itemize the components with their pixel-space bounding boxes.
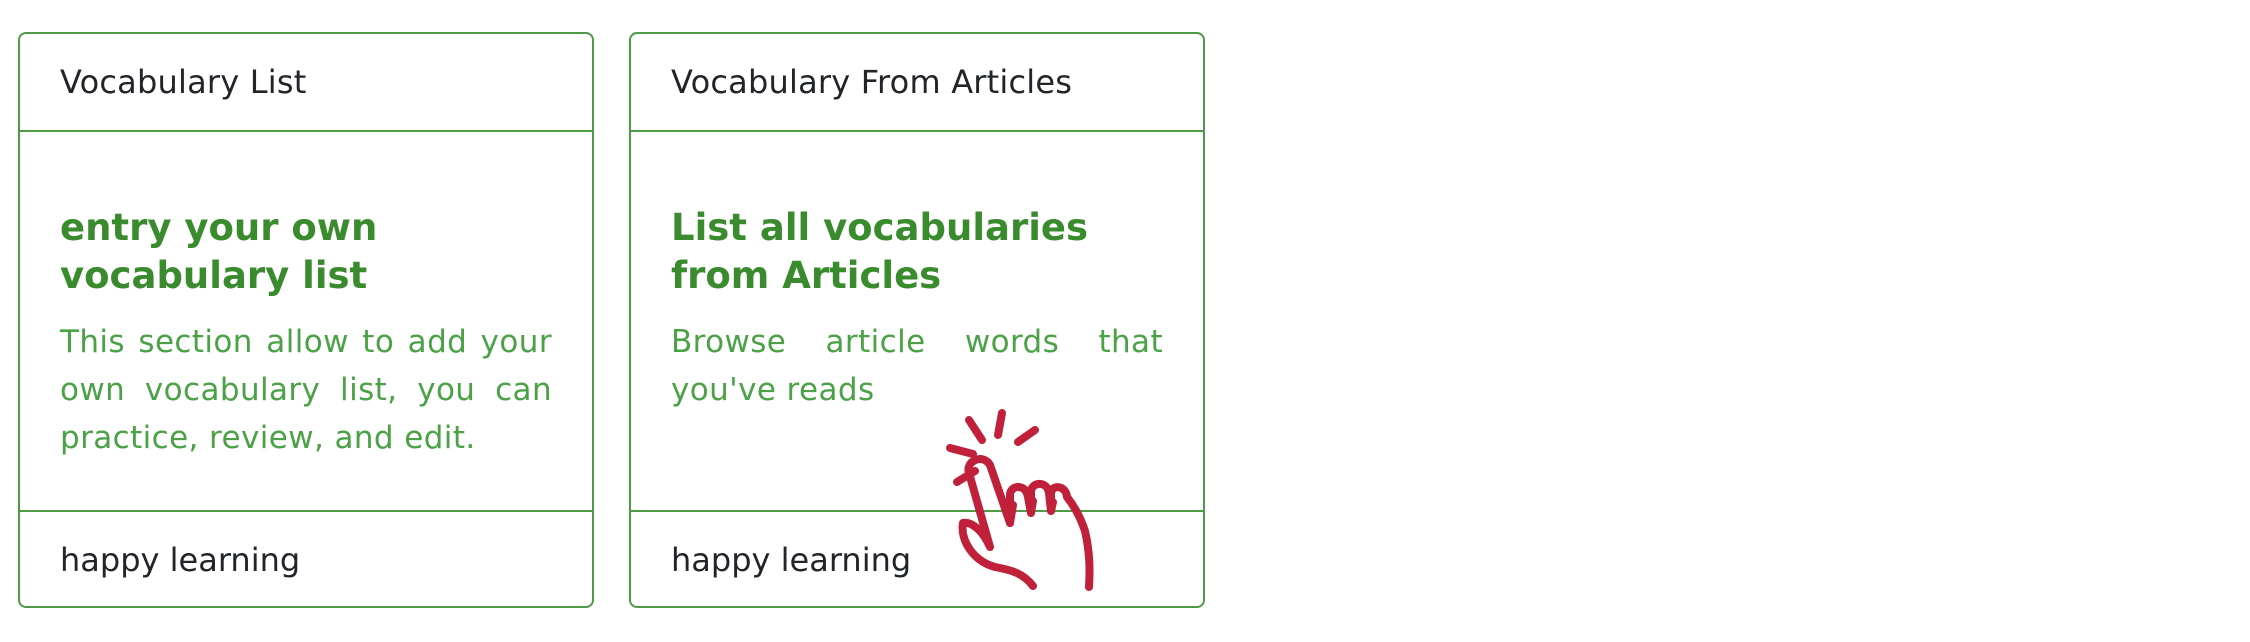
card-description: Browse article words that you've reads [671, 324, 1163, 408]
card-description: This section allow to add your own vocab… [60, 324, 552, 456]
card-header: Vocabulary List [20, 34, 592, 132]
vocabulary-list-card[interactable]: Vocabulary List entry your own vocabular… [18, 32, 594, 608]
card-footer: happy learning [631, 510, 1203, 606]
card-footer: happy learning [20, 510, 592, 606]
vocabulary-from-articles-card[interactable]: Vocabulary From Articles List all vocabu… [629, 32, 1205, 608]
card-title: entry your own vocabulary list [60, 206, 378, 297]
card-header: Vocabulary From Articles [631, 34, 1203, 132]
card-title: List all vocabularies from Articles [671, 206, 1089, 297]
card-body: List all vocabularies from Articles Brow… [631, 132, 1203, 510]
card-body: entry your own vocabulary list This sect… [20, 132, 592, 510]
